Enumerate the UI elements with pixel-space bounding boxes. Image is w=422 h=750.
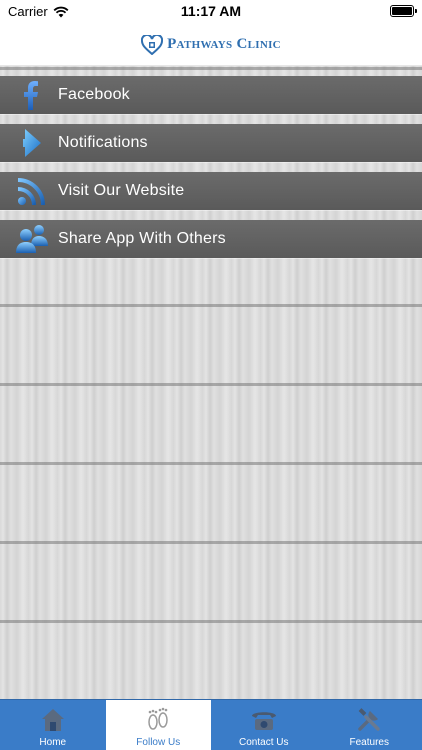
tab-features[interactable]: Features [317, 700, 422, 750]
status-time: 11:17 AM [180, 3, 242, 19]
footprints-icon [143, 705, 173, 735]
facebook-icon [12, 76, 52, 114]
menu-item-share-app[interactable]: Share App With Others [0, 220, 422, 258]
menu-item-notifications[interactable]: Notifications [0, 124, 422, 162]
tab-label: Follow Us [136, 737, 181, 748]
status-bar: Carrier 11:17 AM [0, 0, 422, 24]
house-icon [38, 705, 68, 735]
menu-item-facebook[interactable]: Facebook [0, 76, 422, 114]
wood-background: Facebook Notifications Visit Our Website… [0, 66, 422, 699]
tab-label: Contact Us [239, 737, 289, 748]
tab-label: Features [349, 737, 389, 748]
menu-item-website[interactable]: Visit Our Website [0, 172, 422, 210]
menu-item-label: Share App With Others [58, 230, 226, 247]
tab-follow-us[interactable]: Follow Us [105, 700, 211, 750]
app-header: Pathways Clinic [0, 24, 422, 66]
menu-item-label: Visit Our Website [58, 182, 185, 199]
menu-item-label: Notifications [58, 134, 148, 151]
rss-icon [12, 172, 52, 210]
telephone-icon [249, 705, 279, 735]
logo-text: Pathways Clinic [167, 36, 281, 52]
people-icon [12, 220, 52, 258]
tab-label: Home [39, 737, 67, 748]
tools-icon [354, 705, 384, 735]
follow-us-menu: Facebook Notifications Visit Our Website… [0, 76, 422, 268]
menu-item-label: Facebook [58, 86, 130, 103]
tab-bar: Home Follow Us Contact Us Features [0, 699, 422, 750]
tab-contact-us[interactable]: Contact Us [211, 700, 317, 750]
battery-icon [390, 5, 417, 17]
tab-home[interactable]: Home [0, 700, 106, 750]
megaphone-icon [12, 124, 52, 162]
heart-logo-icon [141, 34, 164, 55]
